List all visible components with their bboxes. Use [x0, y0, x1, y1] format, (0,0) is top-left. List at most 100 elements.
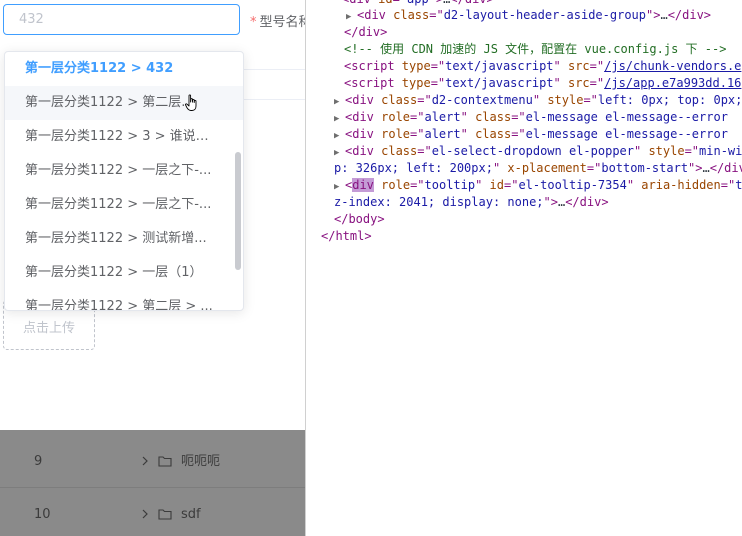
code-token: d2-contextmenu: [431, 93, 533, 107]
dom-line-wrap[interactable]: z-index: 2041; display: none;">…</div>: [334, 194, 609, 211]
dropdown-option[interactable]: 第一层分类1122 > 一层之下-...: [5, 154, 243, 188]
code-token: <div: [345, 93, 382, 107]
dropdown-option[interactable]: 第一层分类1122 > 一层（1）: [5, 256, 243, 290]
code-token: t: [735, 178, 742, 192]
required-mark: *: [250, 15, 257, 30]
dropdown-option[interactable]: 第一层分类1122 > 第二层 > ...: [5, 290, 243, 310]
dropdown-option[interactable]: 第一层分类1122 > 第二层...: [5, 86, 243, 120]
code-token: el-message el-message--error: [525, 127, 728, 141]
code-token: class: [393, 8, 430, 22]
code-token: bottom-start: [601, 161, 689, 175]
dom-line[interactable]: <script type="text/javascript" src="/js/…: [344, 75, 741, 92]
dom-line[interactable]: <script type="text/javascript" src="/js/…: [344, 58, 741, 75]
code-token: <script: [344, 59, 402, 73]
code-token: style: [547, 93, 584, 107]
code-token: text/javascript: [445, 76, 554, 90]
code-token: ": [492, 161, 508, 175]
code-token: =": [430, 76, 446, 90]
dom-line-wrap[interactable]: p: 326px; left: 200px;" x-placement="bot…: [334, 160, 742, 177]
code-token: <div: [345, 110, 382, 124]
dom-line[interactable]: ▶ <div class="d2-contextmenu" style="left…: [334, 92, 742, 109]
code-token: /js/app.e7a993dd.16: [604, 76, 742, 90]
code-token: =": [410, 127, 425, 141]
code-token: ": [634, 144, 649, 158]
dom-line[interactable]: </div>: [344, 24, 387, 41]
code-token: <div: [345, 127, 382, 141]
code-token: x-placement: [507, 161, 587, 175]
table-under-modal-overlay: 9 呃呃呃 10 sdf: [0, 430, 305, 536]
search-input[interactable]: [3, 4, 240, 35]
code-token: src: [567, 59, 590, 73]
folder-icon: [158, 456, 172, 467]
folder-icon: [158, 509, 172, 520]
dom-line[interactable]: ▶ <div class="el-select-dropdown el-poppe…: [334, 143, 742, 160]
dom-comment-line[interactable]: <!-- 使用 CDN 加速的 JS 文件，配置在 vue.config.js …: [344, 41, 726, 58]
code-token: ": [553, 76, 568, 90]
dom-line[interactable]: ▶ <div role="alert" class="el-message el-…: [334, 126, 728, 143]
code-token: ">: [543, 195, 558, 209]
code-token: =": [410, 178, 425, 192]
code-token: id: [489, 178, 504, 192]
code-token: el-message el-message--error: [525, 110, 728, 124]
code-token: =": [684, 144, 700, 158]
code-token: class: [475, 110, 512, 124]
code-token: ": [475, 178, 490, 192]
code-token: </div>: [450, 0, 493, 6]
code-token: alert: [424, 110, 461, 124]
dom-line[interactable]: </html>: [321, 228, 372, 245]
dom-line[interactable]: ▶ <div class="d2-layout-header-aside-grou…: [346, 7, 711, 24]
code-token: <div: [342, 0, 378, 6]
dom-line-highlighted[interactable]: ▶ <div role="tooltip" id="el-tooltip-7354…: [334, 177, 742, 194]
row-index: 9: [34, 454, 43, 469]
dom-line[interactable]: ▶ <div role="alert" class="el-message el-…: [334, 109, 728, 126]
code-token: =": [589, 76, 605, 90]
code-token: …: [660, 8, 668, 22]
code-token: <script: [344, 76, 402, 90]
code-token: =": [504, 178, 519, 192]
code-token: d2-layout-header-aside-group: [443, 8, 646, 22]
divider: [240, 69, 305, 70]
code-token: </div>: [565, 195, 609, 209]
code-token: ">: [646, 8, 661, 22]
code-token: =": [589, 59, 605, 73]
code-token: class: [381, 93, 418, 107]
dropdown-option[interactable]: 第一层分类1122 > 一层之下-...: [5, 188, 243, 222]
dropdown-scrollbar[interactable]: [235, 152, 241, 270]
code-token: el-tooltip-7354: [518, 178, 627, 192]
chevron-right-icon: [142, 456, 148, 466]
code-token: app: [407, 0, 429, 6]
code-token: </div>: [344, 25, 388, 39]
app-pane: *型号名称 点击上传 第一层分类1122 > 432 第一层分类1122 > 第…: [0, 0, 305, 536]
highlighted-tag-name: div: [352, 178, 374, 192]
code-token: alert: [424, 127, 461, 141]
row-index: 10: [34, 507, 51, 522]
code-token: =": [393, 0, 407, 6]
code-token: min-wi: [699, 144, 742, 158]
code-token: =": [586, 161, 602, 175]
row-name: sdf: [181, 507, 201, 522]
code-token: role: [381, 127, 411, 141]
table-row: 10 sdf: [0, 488, 305, 536]
code-token: class: [381, 144, 418, 158]
code-token: ": [460, 110, 476, 124]
code-token: ": [553, 59, 568, 73]
divider: [240, 99, 305, 100]
code-token: type: [401, 76, 431, 90]
code-token: </div: [709, 161, 742, 175]
code-token: </body>: [334, 212, 385, 226]
table-row: 9 呃呃呃: [0, 435, 305, 488]
code-token: =": [583, 93, 598, 107]
code-token: /js/chunk-vendors.e: [604, 59, 742, 73]
code-token: =": [720, 178, 736, 192]
dropdown-option[interactable]: 第一层分类1122 > 3 > 谁说的...: [5, 120, 243, 154]
code-token: class: [475, 127, 512, 141]
category-select-dropdown: 第一层分类1122 > 432 第一层分类1122 > 第二层... 第一层分类…: [4, 51, 244, 311]
code-token: ": [532, 93, 548, 107]
code-token: text/javascript: [445, 59, 554, 73]
dropdown-option[interactable]: 第一层分类1122 > 测试新增...: [5, 222, 243, 256]
dropdown-option[interactable]: 第一层分类1122 > 432: [5, 52, 243, 86]
code-token: ">: [688, 161, 703, 175]
dom-line[interactable]: </body>: [334, 211, 385, 228]
code-token: ": [460, 127, 476, 141]
code-token: el-select-dropdown el-popper: [431, 144, 634, 158]
